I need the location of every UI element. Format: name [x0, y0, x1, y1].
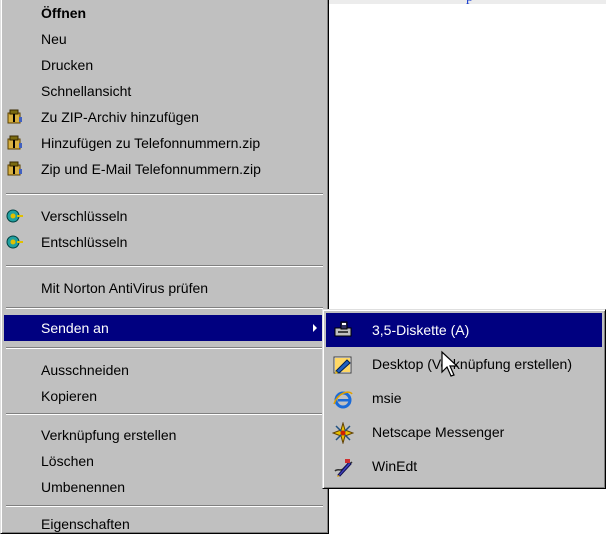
submenu-item-msie[interactable]: msie — [326, 381, 602, 415]
submenu-item-winedt[interactable]: WinEdt — [326, 449, 602, 483]
menu-item-label: Löschen — [41, 453, 94, 469]
menu-item-label: Öffnen — [41, 5, 87, 21]
menu-item-label: Verschlüsseln — [41, 208, 128, 224]
submenu-item-label: 3,5-Diskette (A) — [372, 322, 470, 338]
winzip-icon — [7, 135, 22, 150]
submenu-arrow-icon — [313, 324, 317, 332]
submenu-item-label: Netscape Messenger — [372, 424, 505, 440]
submenu-item-label: Desktop (Verknüpfung erstellen) — [372, 356, 572, 372]
menu-item-loeschen[interactable]: Löschen — [4, 448, 325, 474]
menu-item-label: Hinzufügen zu Telefonnummern.zip — [41, 135, 261, 151]
menu-item-label: Entschlüsseln — [41, 234, 128, 250]
floppy-drive-icon — [334, 321, 352, 337]
menu-separator — [6, 193, 323, 195]
encryption-key-icon — [6, 235, 23, 249]
menu-item-senden-an[interactable]: Senden an — [4, 315, 325, 341]
menu-item-label: Drucken — [41, 57, 94, 73]
menu-item-zip-add[interactable]: Zu ZIP-Archiv hinzufügen — [4, 104, 325, 130]
menu-item-label: Umbenennen — [41, 479, 126, 495]
menu-item-neu[interactable]: Neu — [4, 26, 325, 52]
menu-item-eigenschaften[interactable]: Eigenschaften — [4, 511, 325, 537]
menu-item-entschluesseln[interactable]: Entschlüsseln — [4, 229, 325, 255]
submenu-item-netscape-messenger[interactable]: Netscape Messenger — [326, 415, 602, 449]
menu-item-label: Senden an — [41, 320, 109, 336]
menu-separator — [6, 265, 323, 267]
menu-item-label: Zu ZIP-Archiv hinzufügen — [41, 109, 199, 125]
menu-item-zip-add-file[interactable]: Hinzufügen zu Telefonnummern.zip — [4, 130, 325, 156]
background-text-fragment: p — [466, 0, 473, 5]
menu-item-label: Ausschneiden — [41, 362, 129, 378]
menu-item-verknuepfung[interactable]: Verknüpfung erstellen — [4, 422, 325, 448]
menu-separator — [6, 505, 323, 507]
menu-item-label: Neu — [41, 31, 67, 47]
submenu-item-label: WinEdt — [372, 458, 418, 474]
menu-item-schnellansicht[interactable]: Schnellansicht — [4, 78, 325, 104]
winedt-icon — [334, 459, 353, 477]
menu-item-label: Mit Norton AntiVirus prüfen — [41, 280, 209, 296]
menu-item-label: Schnellansicht — [41, 83, 132, 99]
winzip-icon — [7, 161, 22, 176]
menu-item-label: Verknüpfung erstellen — [41, 427, 177, 443]
context-menu: Öffnen Neu Drucken Schnellansicht Zu ZIP… — [0, 0, 329, 534]
menu-separator — [6, 413, 323, 415]
menu-item-label: Eigenschaften — [41, 516, 130, 532]
menu-item-oeffnen[interactable]: Öffnen — [4, 0, 325, 26]
submenu-item-label: msie — [372, 390, 402, 406]
mouse-pointer-icon — [441, 350, 459, 377]
netscape-messenger-icon — [332, 422, 354, 444]
desktop-shortcut-icon — [333, 356, 352, 374]
menu-item-label: Zip und E-Mail Telefonnummern.zip — [41, 161, 261, 177]
internet-explorer-icon — [333, 391, 353, 409]
encryption-key-icon — [6, 209, 23, 223]
menu-item-zip-email[interactable]: Zip und E-Mail Telefonnummern.zip — [4, 156, 325, 182]
winzip-icon — [7, 109, 22, 124]
menu-item-ausschneiden[interactable]: Ausschneiden — [4, 357, 325, 383]
menu-separator — [6, 307, 323, 309]
menu-item-kopieren[interactable]: Kopieren — [4, 383, 325, 409]
menu-item-verschluesseln[interactable]: Verschlüsseln — [4, 203, 325, 229]
send-to-submenu: 3,5-Diskette (A) Desktop (Verknüpfung er… — [322, 309, 606, 489]
menu-item-label: Kopieren — [41, 388, 98, 404]
menu-separator — [6, 347, 323, 349]
submenu-item-floppy[interactable]: 3,5-Diskette (A) — [326, 313, 602, 347]
menu-item-drucken[interactable]: Drucken — [4, 52, 325, 78]
menu-item-umbenennen[interactable]: Umbenennen — [4, 474, 325, 500]
menu-item-norton-scan[interactable]: Mit Norton AntiVirus prüfen — [4, 275, 325, 301]
